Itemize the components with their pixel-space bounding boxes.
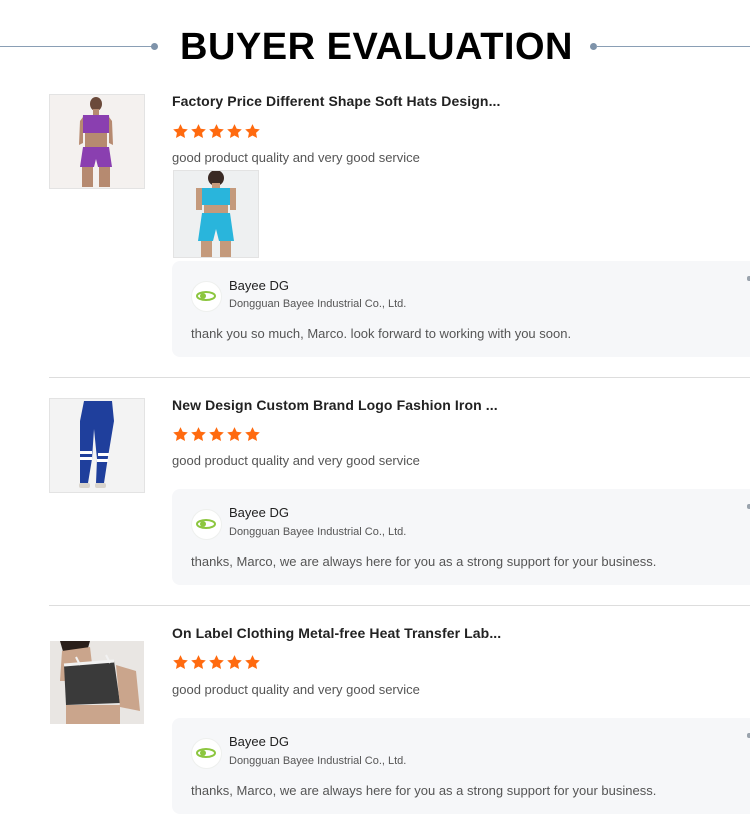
star-icon <box>209 124 224 138</box>
seller-company: Dongguan Bayee Industrial Co., Ltd. <box>229 298 407 310</box>
star-icon <box>245 427 260 441</box>
star-icon <box>209 655 224 669</box>
star-icon <box>227 655 242 669</box>
seller-logo-icon <box>191 738 222 769</box>
reply-text: thanks, Marco, we are always here for yo… <box>191 783 657 798</box>
seller-name: Bayee DG <box>229 278 289 293</box>
review-comment: good product quality and very good servi… <box>172 453 420 468</box>
reply-text: thanks, Marco, we are always here for yo… <box>191 554 657 569</box>
seller-reply: Bayee DG Dongguan Bayee Industrial Co., … <box>172 489 750 585</box>
star-icon <box>191 124 206 138</box>
product-title-link[interactable]: On Label Clothing Metal-free Heat Transf… <box>172 625 501 641</box>
product-thumbnail-image[interactable] <box>49 398 145 493</box>
review-comment: good product quality and very good servi… <box>172 682 420 697</box>
star-icon <box>173 427 188 441</box>
star-icon <box>173 124 188 138</box>
star-rating <box>172 123 261 141</box>
star-icon <box>227 124 242 138</box>
seller-logo-icon <box>191 281 222 312</box>
star-icon <box>245 655 260 669</box>
review-divider <box>49 377 750 378</box>
review-divider <box>49 605 750 606</box>
review-comment: good product quality and very good servi… <box>172 150 420 165</box>
page-title: BUYER EVALUATION <box>180 26 573 68</box>
product-thumbnail-image[interactable] <box>49 640 145 725</box>
seller-company: Dongguan Bayee Industrial Co., Ltd. <box>229 755 407 767</box>
header-dot-left <box>151 43 158 50</box>
star-rating <box>172 654 261 672</box>
star-icon <box>227 427 242 441</box>
header-line-left <box>0 46 153 47</box>
header-line-right <box>596 46 750 47</box>
section-header: BUYER EVALUATION <box>0 0 750 95</box>
seller-company: Dongguan Bayee Industrial Co., Ltd. <box>229 526 407 538</box>
seller-name: Bayee DG <box>229 505 289 520</box>
seller-logo-icon <box>191 509 222 540</box>
product-thumbnail-image[interactable] <box>49 94 145 189</box>
seller-reply: Bayee DG Dongguan Bayee Industrial Co., … <box>172 261 750 357</box>
reply-text: thank you so much, Marco. look forward t… <box>191 326 572 341</box>
star-icon <box>173 655 188 669</box>
star-icon <box>209 427 224 441</box>
star-rating <box>172 426 261 444</box>
star-icon <box>191 655 206 669</box>
star-icon <box>245 124 260 138</box>
product-title-link[interactable]: Factory Price Different Shape Soft Hats … <box>172 93 501 109</box>
star-icon <box>191 427 206 441</box>
seller-name: Bayee DG <box>229 734 289 749</box>
product-title-link[interactable]: New Design Custom Brand Logo Fashion Iro… <box>172 397 498 413</box>
seller-reply: Bayee DG Dongguan Bayee Industrial Co., … <box>172 718 750 814</box>
review-photo-image[interactable] <box>173 170 259 258</box>
